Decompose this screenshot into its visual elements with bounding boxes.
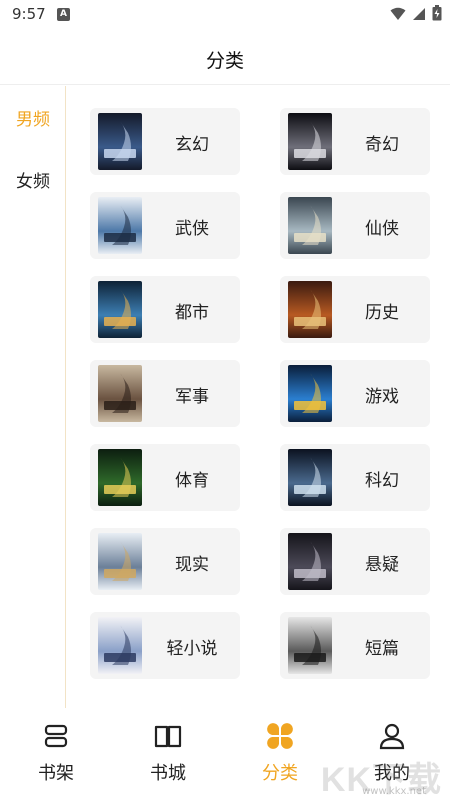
book-cover [288,113,332,170]
category-label: 轻小说 [166,639,218,659]
book-cover [98,113,142,170]
book-cover [98,449,142,506]
category-card-youxi[interactable]: 游戏 [280,360,430,427]
category-card-dushi[interactable]: 都市 [90,276,240,343]
tab-label: 书架 [38,763,74,784]
side-nav-item-female[interactable]: 女频 [0,167,66,192]
book-cover [288,365,332,422]
category-card-lishi[interactable]: 历史 [280,276,430,343]
notification-badge: A [57,8,70,21]
category-card-xianshi[interactable]: 现实 [90,528,240,595]
book-cover [288,617,332,674]
category-card-short-story[interactable]: 短篇 [280,612,430,679]
category-card-xuanhuan[interactable]: 玄幻 [90,108,240,175]
book-cover [98,197,142,254]
category-label: 悬疑 [365,555,399,575]
category-label: 科幻 [365,471,399,491]
book-cover [288,449,332,506]
status-time: 9:57 [12,5,46,23]
category-label: 体育 [175,471,209,491]
side-nav-item-male[interactable]: 男频 [0,105,66,130]
category-grid-icon [266,722,294,750]
category-label: 军事 [175,387,209,407]
tab-label: 书城 [150,763,186,784]
status-bar: 9:57 A [0,0,450,30]
category-label: 玄幻 [175,135,209,155]
category-label: 历史 [365,303,399,323]
tab-category[interactable]: 分类 [224,708,336,800]
book-cover [288,281,332,338]
bookshelf-icon [42,722,70,750]
category-label: 武侠 [175,219,209,239]
category-label: 现实 [175,555,209,575]
status-icons [390,5,442,25]
category-card-qihuan[interactable]: 奇幻 [280,108,430,175]
book-cover [98,281,142,338]
user-icon [378,722,406,750]
book-cover [98,533,142,590]
category-card-xianxia[interactable]: 仙侠 [280,192,430,259]
category-label: 都市 [175,303,209,323]
book-cover [288,533,332,590]
open-book-icon [154,722,182,750]
watermark-url: www.kkx.net [362,786,426,797]
category-label: 仙侠 [365,219,399,239]
book-cover [98,365,142,422]
category-card-light-novel[interactable]: 轻小说 [90,612,240,679]
battery-icon [432,5,442,25]
category-card-junshi[interactable]: 军事 [90,360,240,427]
book-cover [98,617,142,674]
book-cover [288,197,332,254]
category-card-tiyu[interactable]: 体育 [90,444,240,511]
category-label: 游戏 [365,387,399,407]
category-card-wuxia[interactable]: 武侠 [90,192,240,259]
tab-label: 分类 [262,763,298,784]
tab-bookshelf[interactable]: 书架 [0,708,112,800]
page-title: 分类 [205,50,244,72]
category-card-xuanyi[interactable]: 悬疑 [280,528,430,595]
tab-bookstore[interactable]: 书城 [112,708,224,800]
wifi-icon [390,6,406,25]
category-label: 短篇 [365,639,399,659]
category-label: 奇幻 [365,135,399,155]
app-header: 分类 [0,30,450,85]
signal-icon [412,6,426,25]
category-card-kehuan[interactable]: 科幻 [280,444,430,511]
side-nav: 男频 女频 [0,86,66,708]
